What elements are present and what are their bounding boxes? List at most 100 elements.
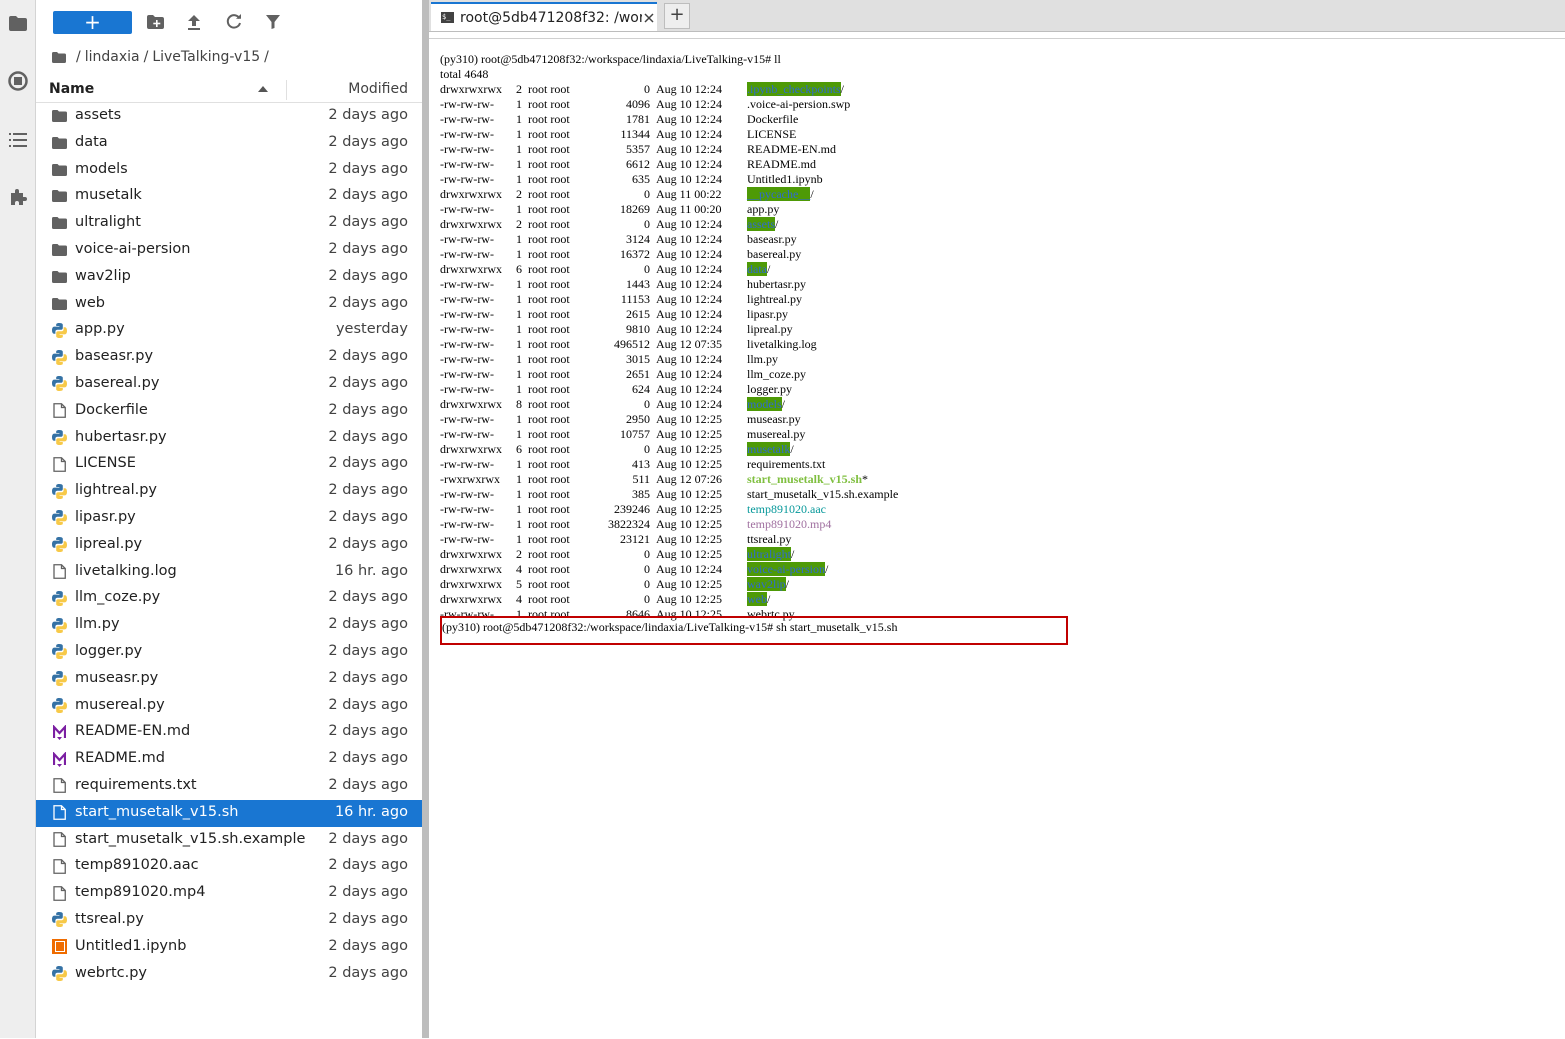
name-column-header[interactable]: Name xyxy=(49,81,94,97)
file-row[interactable]: app.py yesterday xyxy=(36,317,422,344)
ls-owner: root root xyxy=(528,322,570,336)
ls-size: 10757 xyxy=(620,427,650,441)
ls-owner: root root xyxy=(528,337,570,351)
breadcrumb-folder-icon[interactable] xyxy=(52,51,66,63)
ls-links: 2 xyxy=(516,187,522,201)
ls-owner: root root xyxy=(528,472,570,486)
sort-ascending-icon[interactable] xyxy=(258,86,268,92)
breadcrumb-item[interactable]: lindaxia xyxy=(85,49,140,65)
ls-size: 11344 xyxy=(620,127,650,141)
ls-date: Aug 11 00:22 xyxy=(656,187,722,201)
file-row[interactable]: web 2 days ago xyxy=(36,291,422,318)
file-row[interactable]: musereal.py 2 days ago xyxy=(36,693,422,720)
new-folder-icon[interactable] xyxy=(142,10,168,34)
terminal[interactable]: (py310) root@5db471208f32:/workspace/lin… xyxy=(429,38,1565,1039)
ls-name: .ipynb_checkpoints xyxy=(747,82,841,96)
file-row[interactable]: Untitled1.ipynb 2 days ago xyxy=(36,934,422,961)
ls-date: Aug 10 12:25 xyxy=(656,412,722,426)
ls-size: 239246 xyxy=(614,502,650,516)
tab-terminal[interactable]: $_ root@5db471208f32: /wor xyxy=(431,2,657,31)
file-row[interactable]: museasr.py 2 days ago xyxy=(36,666,422,693)
add-tab-button[interactable]: + xyxy=(664,3,690,29)
file-row[interactable]: LICENSE 2 days ago xyxy=(36,451,422,478)
ls-size: 3015 xyxy=(626,352,650,366)
folder-icon[interactable] xyxy=(0,8,35,38)
file-icon xyxy=(51,403,67,419)
column-divider[interactable] xyxy=(286,80,287,100)
folder-icon xyxy=(51,162,67,178)
ls-size: 0 xyxy=(644,397,650,411)
extension-icon[interactable] xyxy=(0,182,35,212)
file-name: models xyxy=(75,160,128,177)
ls-perm: -rw-rw-rw- xyxy=(440,322,494,336)
terminal-ls-line: -rw-rw-rw- 1 root root 6612 Aug 10 12:24 READ… xyxy=(440,157,816,172)
file-row[interactable]: Dockerfile 2 days ago xyxy=(36,398,422,425)
ls-suffix: / xyxy=(810,187,814,201)
file-row[interactable]: voice-ai-persion 2 days ago xyxy=(36,237,422,264)
ls-date: Aug 10 12:24 xyxy=(656,157,722,171)
file-row[interactable]: llm_coze.py 2 days ago xyxy=(36,585,422,612)
file-row[interactable]: temp891020.aac 2 days ago xyxy=(36,853,422,880)
file-row[interactable]: data 2 days ago xyxy=(36,130,422,157)
file-list-header: Name Modified xyxy=(36,78,422,103)
modified-column-header[interactable]: Modified xyxy=(348,81,408,97)
file-modified: 2 days ago xyxy=(328,535,408,552)
file-row[interactable]: assets 2 days ago xyxy=(36,103,422,130)
file-name: README-EN.md xyxy=(75,723,191,740)
new-launcher-button[interactable]: + xyxy=(53,11,132,34)
ls-owner: root root xyxy=(528,457,570,471)
file-row[interactable]: musetalk 2 days ago xyxy=(36,183,422,210)
upload-icon[interactable] xyxy=(181,10,207,34)
file-name: start_musetalk_v15.sh xyxy=(75,803,239,820)
ls-perm: drwxrwxrwx xyxy=(440,82,502,96)
file-row[interactable]: hubertasr.py 2 days ago xyxy=(36,425,422,452)
ls-suffix: / xyxy=(785,577,790,591)
file-name: wav2lip xyxy=(75,267,131,284)
panel-splitter[interactable] xyxy=(422,0,429,1038)
file-name: web xyxy=(75,294,105,311)
file-row[interactable]: temp891020.mp4 2 days ago xyxy=(36,880,422,907)
filter-icon[interactable] xyxy=(260,10,286,34)
file-row[interactable]: models 2 days ago xyxy=(36,157,422,184)
file-row[interactable]: lightreal.py 2 days ago xyxy=(36,478,422,505)
ls-perm: -rw-rw-rw- xyxy=(440,172,494,186)
file-row[interactable]: baseasr.py 2 days ago xyxy=(36,344,422,371)
running-icon[interactable] xyxy=(0,66,35,96)
file-row[interactable]: livetalking.log 16 hr. ago xyxy=(36,559,422,586)
close-icon[interactable] xyxy=(642,11,656,25)
ls-name: llm_coze.py xyxy=(747,367,806,381)
file-row[interactable]: basereal.py 2 days ago xyxy=(36,371,422,398)
file-row[interactable]: llm.py 2 days ago xyxy=(36,612,422,639)
file-row[interactable]: README-EN.md 2 days ago xyxy=(36,719,422,746)
ls-suffix: / xyxy=(767,262,771,276)
file-name: basereal.py xyxy=(75,374,160,391)
ls-suffix: / xyxy=(781,397,786,411)
file-row[interactable]: start_musetalk_v15.sh.example 2 days ago xyxy=(36,827,422,854)
file-name: ttsreal.py xyxy=(75,910,144,927)
file-row[interactable]: requirements.txt 2 days ago xyxy=(36,773,422,800)
ls-date: Aug 10 12:24 xyxy=(656,322,722,336)
file-row[interactable]: lipasr.py 2 days ago xyxy=(36,505,422,532)
ls-size: 413 xyxy=(632,457,650,471)
file-row[interactable]: wav2lip 2 days ago xyxy=(36,264,422,291)
toc-icon[interactable] xyxy=(0,125,35,155)
file-row[interactable]: lipreal.py 2 days ago xyxy=(36,532,422,559)
file-row[interactable]: logger.py 2 days ago xyxy=(36,639,422,666)
refresh-icon[interactable] xyxy=(221,10,247,34)
file-row[interactable]: start_musetalk_v15.sh 16 hr. ago xyxy=(36,799,422,827)
file-row[interactable]: README.md 2 days ago xyxy=(36,746,422,773)
file-row[interactable]: ultralight 2 days ago xyxy=(36,210,422,237)
ls-perm: -rw-rw-rw- xyxy=(440,232,494,246)
breadcrumb-item[interactable]: LiveTalking-v15 xyxy=(152,49,260,65)
ls-size: 624 xyxy=(632,382,650,396)
file-row[interactable]: webrtc.py 2 days ago xyxy=(36,961,422,988)
file-name: requirements.txt xyxy=(75,776,197,793)
terminal-ls-line: -rw-rw-rw- 1 root root 496512 Aug 12 07:35 li… xyxy=(440,337,817,352)
tab-label: root@5db471208f32: /wor xyxy=(460,9,642,26)
ls-perm: drwxrwxrwx xyxy=(440,577,502,591)
file-browser-toolbar: + xyxy=(36,0,422,42)
ls-size: 9810 xyxy=(626,322,650,336)
file-row[interactable]: ttsreal.py 2 days ago xyxy=(36,907,422,934)
python-icon xyxy=(51,376,67,392)
terminal-ls-line: -rw-rw-rw- 1 root root 239246 Aug 10 12:25 te… xyxy=(440,502,826,517)
